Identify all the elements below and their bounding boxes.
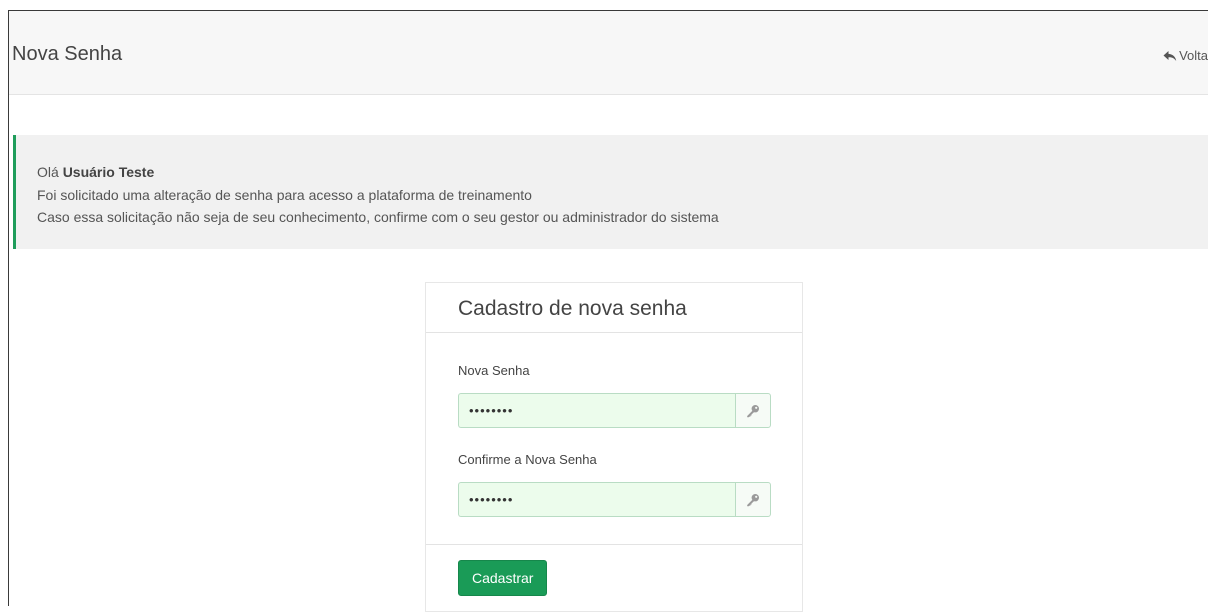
alert-greeting-line: Olá Usuário Teste [37, 161, 1208, 184]
panel-footer: Cadastrar [426, 545, 802, 596]
confirm-password-input[interactable] [458, 482, 735, 517]
key-icon [735, 393, 771, 428]
new-password-group [458, 393, 771, 428]
greeting-text: Olá [37, 164, 59, 180]
panel-title: Cadastro de nova senha [458, 297, 687, 320]
page-title: Nova Senha [12, 43, 123, 65]
new-password-panel: Cadastro de nova senha Nova Senha Confir… [425, 282, 803, 612]
info-alert: Olá Usuário Teste Foi solicitado uma alt… [13, 135, 1208, 249]
app-frame: Nova Senha Volta Olá Usuário Teste Foi s… [8, 10, 1208, 612]
new-password-input[interactable] [458, 393, 735, 428]
panel-body: Nova Senha Confirme a Nova Senha [426, 333, 802, 545]
user-name: Usuário Teste [62, 164, 155, 180]
page-header: Nova Senha Volta [9, 11, 1208, 95]
key-icon [735, 482, 771, 517]
panel-heading: Cadastro de nova senha [426, 283, 802, 333]
confirm-password-group [458, 482, 771, 517]
alert-message-line: Foi solicitado uma alteração de senha pa… [37, 186, 532, 203]
back-label: Volta [1179, 48, 1208, 63]
confirm-password-label: Confirme a Nova Senha [458, 452, 597, 467]
reply-arrow-icon [1163, 50, 1177, 62]
new-password-label: Nova Senha [458, 363, 530, 378]
back-link[interactable]: Volta [1163, 48, 1208, 63]
alert-warning-line: Caso essa solicitação não seja de seu co… [37, 209, 719, 225]
submit-button[interactable]: Cadastrar [458, 560, 548, 596]
